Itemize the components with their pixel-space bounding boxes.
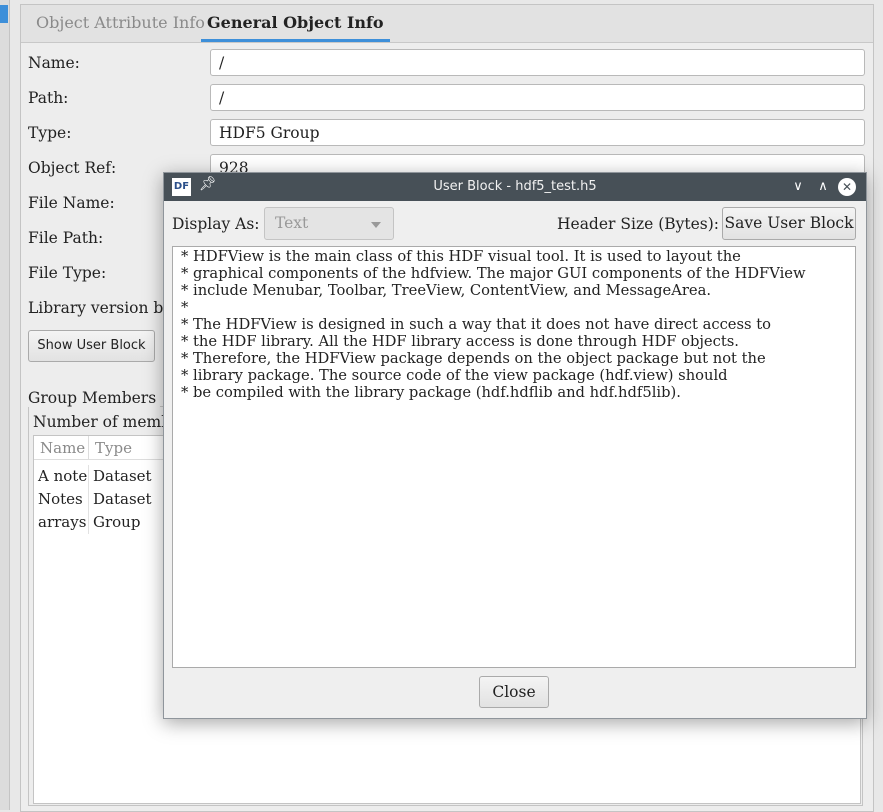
- display-as-select[interactable]: Text: [264, 207, 394, 240]
- minimize-icon[interactable]: ∨: [789, 178, 807, 196]
- dialog-title: User Block - hdf5_test.h5: [433, 179, 597, 194]
- text-line: * library package. The source code of th…: [181, 367, 728, 384]
- name-field[interactable]: /: [210, 49, 865, 76]
- header-size-label: Header Size (Bytes): 0: [557, 215, 734, 233]
- close-icon[interactable]: ✕: [838, 178, 856, 196]
- text-line: * HDFView is the main class of this HDF …: [181, 248, 741, 265]
- text-line: *: [181, 299, 189, 316]
- library-version-label: Library version bou: [28, 299, 183, 317]
- table-row-name[interactable]: A note: [34, 465, 89, 488]
- number-of-members-label: Number of memb: [33, 413, 172, 431]
- text-line: * Therefore, the HDFView package depends…: [181, 350, 766, 367]
- text-line: * the HDF library. All the HDF library a…: [181, 333, 739, 350]
- user-block-dialog: DF 📌︎ User Block - hdf5_test.h5 ∨ ∧ ✕ Di…: [163, 172, 867, 719]
- display-as-label: Display As:: [172, 215, 260, 233]
- text-line: * include Menubar, Toolbar, TreeView, Co…: [181, 282, 711, 299]
- table-row-name[interactable]: Notes: [34, 488, 89, 511]
- maximize-icon[interactable]: ∧: [814, 178, 832, 196]
- name-label: Name:: [28, 54, 80, 72]
- group-members-title: Group Members: [28, 389, 161, 407]
- close-button[interactable]: Close: [479, 676, 549, 708]
- file-name-label: File Name:: [28, 194, 115, 212]
- tab-general-object-info[interactable]: General Object Info: [201, 5, 390, 42]
- file-path-label: File Path:: [28, 229, 104, 247]
- type-field[interactable]: HDF5 Group: [210, 119, 865, 146]
- column-header-name[interactable]: Name: [34, 436, 89, 460]
- show-user-block-button[interactable]: Show User Block: [28, 330, 155, 362]
- tree-selection-marker[interactable]: [0, 5, 8, 23]
- tab-bar: Object Attribute Info General Object Inf…: [21, 5, 873, 43]
- chevron-down-icon: [371, 222, 381, 228]
- table-row-name[interactable]: arrays: [34, 511, 89, 534]
- object-ref-label: Object Ref:: [28, 159, 117, 177]
- path-label: Path:: [28, 89, 69, 107]
- text-line: * graphical components of the hdfview. T…: [181, 265, 806, 282]
- save-user-block-button[interactable]: Save User Block: [722, 207, 856, 240]
- type-label: Type:: [28, 124, 72, 142]
- tab-object-attribute-info[interactable]: Object Attribute Info: [36, 5, 205, 42]
- user-block-text-area[interactable]: * HDFView is the main class of this HDF …: [172, 246, 856, 668]
- text-line: * be compiled with the library package (…: [181, 384, 681, 401]
- display-as-value: Text: [275, 214, 309, 232]
- file-type-label: File Type:: [28, 264, 107, 282]
- left-tree-strip: [0, 0, 10, 810]
- path-field[interactable]: /: [210, 84, 865, 111]
- text-line: * The HDFView is designed in such a way …: [181, 316, 771, 333]
- dialog-titlebar[interactable]: DF 📌︎ User Block - hdf5_test.h5 ∨ ∧ ✕: [164, 173, 866, 201]
